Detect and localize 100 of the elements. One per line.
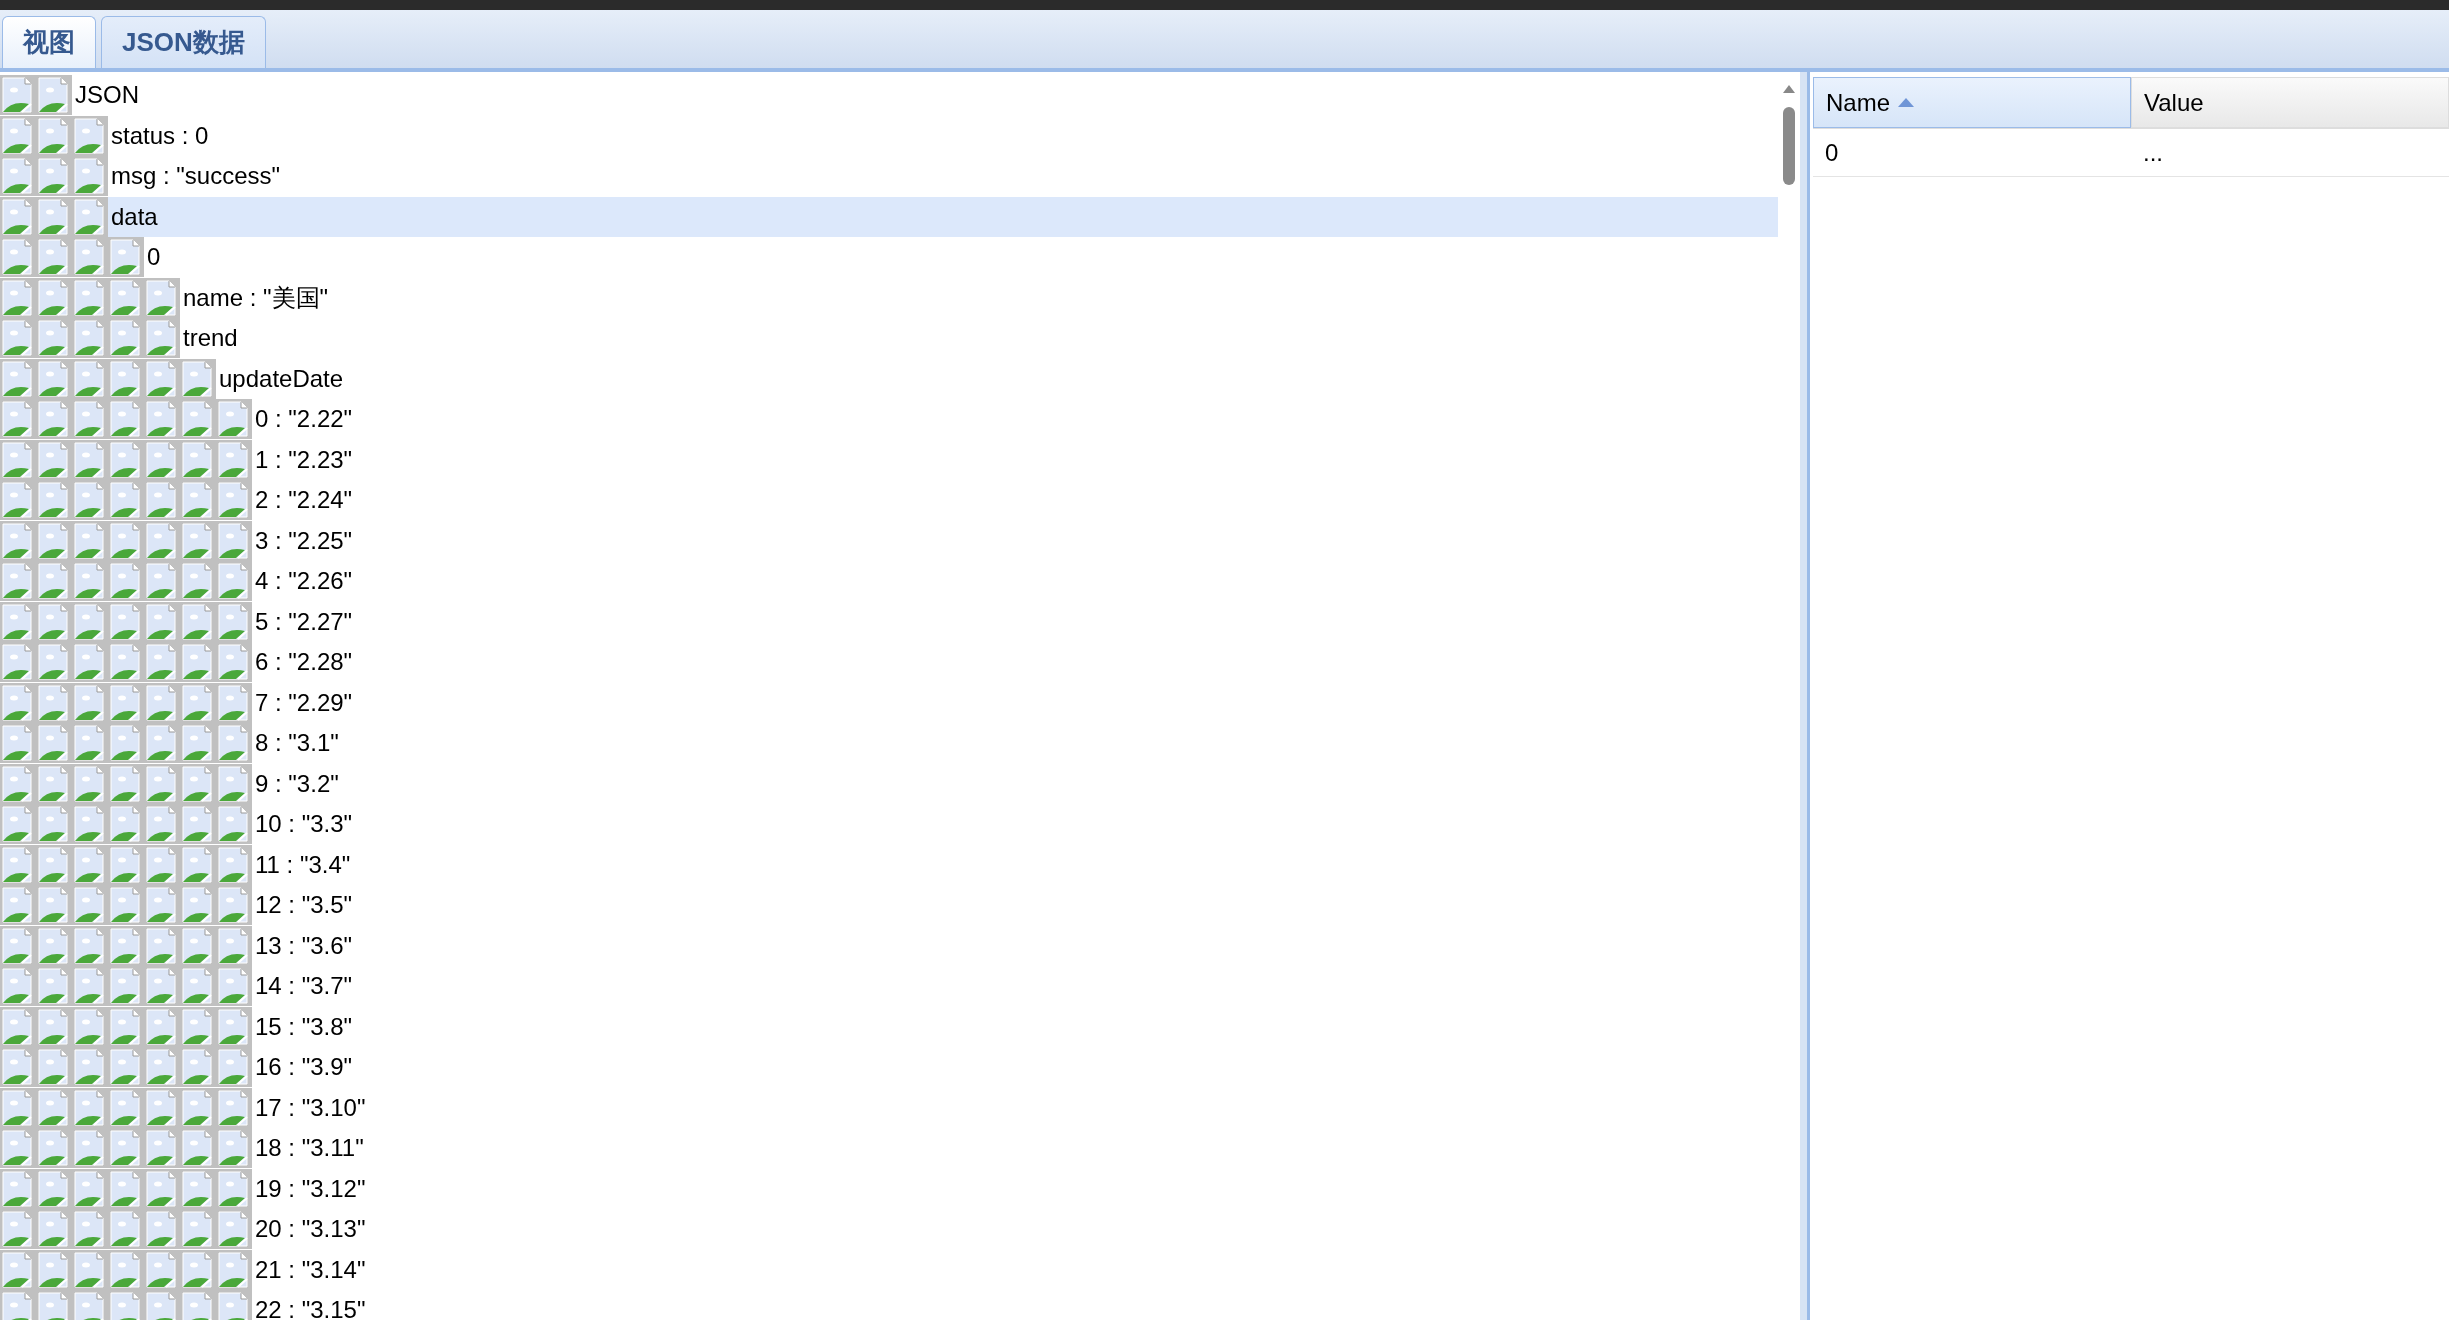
broken-image-icon: [72, 480, 108, 521]
broken-image-icon: [216, 480, 252, 521]
broken-image-icon: [216, 561, 252, 602]
broken-image-icon: [0, 1290, 36, 1320]
broken-image-icon: [180, 1209, 216, 1250]
broken-image-icon: [36, 1047, 72, 1088]
tree-node-label[interactable]: 4 : "2.26": [252, 561, 1778, 602]
broken-image-icon: [72, 1290, 108, 1320]
scroll-up-arrow-icon[interactable]: [1782, 84, 1796, 94]
broken-image-icon: [36, 277, 72, 318]
broken-image-icon: [36, 1168, 72, 1209]
tree-node-label[interactable]: 8 : "3.1": [252, 723, 1778, 764]
broken-image-icon: [36, 237, 72, 278]
scrollbar-thumb[interactable]: [1783, 107, 1795, 185]
broken-image-icon: [144, 399, 180, 440]
tree-node-label[interactable]: 3 : "2.25": [252, 520, 1778, 561]
broken-image-icon: [108, 237, 144, 278]
tab[interactable]: 视图: [2, 16, 96, 68]
broken-image-icon: [36, 925, 72, 966]
tree-node-label[interactable]: 9 : "3.2": [252, 763, 1778, 804]
broken-image-icon: [36, 966, 72, 1007]
tree-node-label[interactable]: msg : "success": [108, 156, 1778, 197]
broken-image-icon: [144, 682, 180, 723]
column-header[interactable]: Name: [1813, 77, 2131, 128]
broken-image-icon: [108, 318, 144, 359]
tree-node-label[interactable]: 14 : "3.7": [252, 966, 1778, 1007]
tree-node-label[interactable]: updateDate: [216, 358, 1778, 399]
broken-image-icon: [36, 804, 72, 845]
broken-image-icon: [144, 439, 180, 480]
tree-node-label[interactable]: trend: [180, 318, 1778, 359]
broken-image-icon: [144, 561, 180, 602]
broken-image-icon: [36, 318, 72, 359]
broken-image-icon: [72, 1249, 108, 1290]
broken-image-icon: [36, 399, 72, 440]
tree-node-label[interactable]: JSON: [72, 75, 1778, 116]
tree-node-label[interactable]: status : 0: [108, 115, 1778, 156]
broken-image-icon: [36, 75, 72, 116]
tree-node-label[interactable]: 11 : "3.4": [252, 844, 1778, 885]
broken-image-icon: [144, 277, 180, 318]
broken-image-icon: [108, 763, 144, 804]
broken-image-icon: [144, 1249, 180, 1290]
tree-node-label[interactable]: 10 : "3.3": [252, 804, 1778, 845]
tree-node-label[interactable]: 16 : "3.9": [252, 1047, 1778, 1088]
broken-image-icon: [216, 642, 252, 683]
broken-image-icon: [72, 156, 108, 197]
broken-image-icon: [108, 399, 144, 440]
broken-image-icon: [180, 682, 216, 723]
broken-image-icon: [72, 885, 108, 926]
broken-image-icon: [36, 561, 72, 602]
tree-node-label[interactable]: 21 : "3.14": [252, 1249, 1778, 1290]
tree-node-label[interactable]: 15 : "3.8": [252, 1006, 1778, 1047]
tree-node-label[interactable]: 17 : "3.10": [252, 1087, 1778, 1128]
broken-image-icon: [144, 1047, 180, 1088]
broken-image-icon: [180, 885, 216, 926]
broken-image-icon: [108, 804, 144, 845]
broken-image-icon: [108, 358, 144, 399]
broken-image-icon: [216, 1047, 252, 1088]
broken-image-icon: [180, 1087, 216, 1128]
tree-node-label[interactable]: 12 : "3.5": [252, 885, 1778, 926]
column-header[interactable]: Value: [2131, 77, 2449, 128]
tree-node-label[interactable]: 13 : "3.6": [252, 925, 1778, 966]
tree-node-label[interactable]: 22 : "3.15": [252, 1290, 1778, 1320]
tree-node-label[interactable]: 18 : "3.11": [252, 1128, 1778, 1169]
broken-image-icon: [216, 885, 252, 926]
broken-image-icon: [216, 1209, 252, 1250]
broken-image-icon: [180, 642, 216, 683]
tree-node-label[interactable]: 0: [144, 237, 1778, 278]
broken-image-icon: [36, 763, 72, 804]
tree-node-label[interactable]: 6 : "2.28": [252, 642, 1778, 683]
broken-image-icon: [36, 1128, 72, 1169]
broken-image-icon: [216, 1006, 252, 1047]
broken-image-icon: [108, 277, 144, 318]
tab[interactable]: JSON数据: [101, 16, 266, 68]
broken-image-icon: [72, 804, 108, 845]
broken-image-icon: [180, 1249, 216, 1290]
tree-node-label[interactable]: 0 : "2.22": [252, 399, 1778, 440]
tree-node-label[interactable]: 7 : "2.29": [252, 682, 1778, 723]
broken-image-icon: [216, 966, 252, 1007]
tree-node-label[interactable]: 1 : "2.23": [252, 439, 1778, 480]
broken-image-icon: [144, 1087, 180, 1128]
table-cell-text: 0: [1824, 137, 1840, 168]
tree-node-label[interactable]: 19 : "3.12": [252, 1168, 1778, 1209]
tree-node-label[interactable]: 5 : "2.27": [252, 601, 1778, 642]
broken-image-icon: [216, 601, 252, 642]
broken-image-icon: [180, 601, 216, 642]
broken-image-icon: [180, 520, 216, 561]
broken-image-icon: [108, 1290, 144, 1320]
broken-image-icon: [216, 399, 252, 440]
broken-image-icon: [36, 1290, 72, 1320]
broken-image-icon: [180, 399, 216, 440]
tree-node-label[interactable]: 20 : "3.13": [252, 1209, 1778, 1250]
broken-image-icon: [72, 966, 108, 1007]
broken-image-icon: [72, 642, 108, 683]
broken-image-icon: [180, 1168, 216, 1209]
tree-node-label[interactable]: data: [108, 196, 1778, 237]
tree-node-label[interactable]: name : "美国": [180, 277, 1778, 318]
broken-image-icon: [144, 1128, 180, 1169]
broken-image-icon: [72, 439, 108, 480]
broken-image-icon: [144, 804, 180, 845]
tree-node-label[interactable]: 2 : "2.24": [252, 480, 1778, 521]
